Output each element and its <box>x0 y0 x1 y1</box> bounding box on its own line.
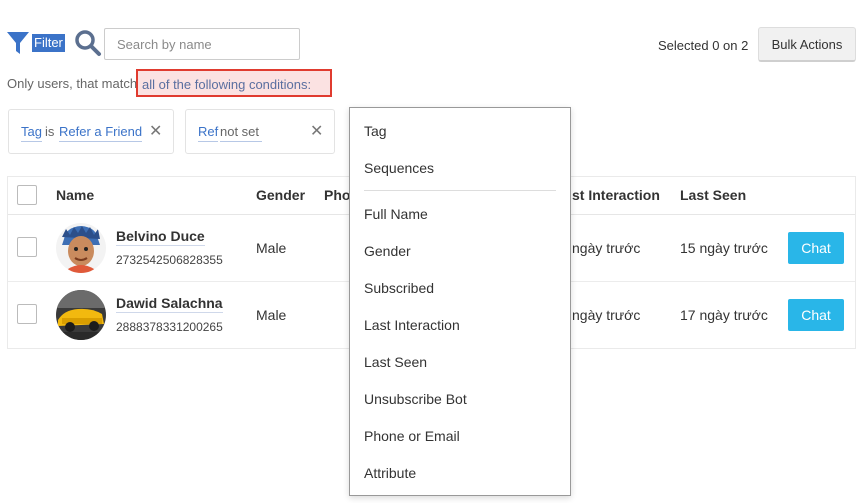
row-checkbox[interactable] <box>17 237 37 257</box>
user-last-interaction: ngày trước <box>572 240 641 256</box>
funnel-icon <box>7 32 29 54</box>
user-last-seen: 15 ngày trước <box>680 240 768 256</box>
menu-item-sequences[interactable]: Sequences <box>364 160 434 176</box>
user-id: 2888378331200265 <box>116 320 223 334</box>
menu-divider <box>364 190 556 191</box>
match-mode-selector[interactable]: all of the following conditions: <box>136 69 332 97</box>
search-input[interactable] <box>104 28 300 60</box>
chat-button[interactable]: Chat <box>788 299 844 331</box>
filter-chip-ref[interactable]: Ref not set ✕ <box>185 109 335 154</box>
select-all-checkbox[interactable] <box>17 185 37 205</box>
menu-item-tag[interactable]: Tag <box>364 123 387 139</box>
close-icon[interactable]: ✕ <box>149 121 162 141</box>
menu-item-last-seen[interactable]: Last Seen <box>364 354 427 370</box>
menu-item-subscribed[interactable]: Subscribed <box>364 280 434 296</box>
menu-item-phone-or-email[interactable]: Phone or Email <box>364 428 460 444</box>
user-id: 2732542506828355 <box>116 253 223 267</box>
user-gender: Male <box>256 307 287 323</box>
header-name[interactable]: Name <box>56 187 94 203</box>
avatar <box>56 290 106 340</box>
header-last-seen[interactable]: Last Seen <box>680 187 746 203</box>
user-name-link[interactable]: Belvino Duce <box>116 228 205 246</box>
user-last-interaction: ngày trước <box>572 307 641 323</box>
row-checkbox[interactable] <box>17 304 37 324</box>
filter-operator: is <box>45 124 55 139</box>
menu-item-last-interaction[interactable]: Last Interaction <box>364 317 460 333</box>
filter-key[interactable]: Ref <box>198 124 219 142</box>
menu-item-attribute[interactable]: Attribute <box>364 465 416 481</box>
user-name-link[interactable]: Dawid Salachna <box>116 295 223 313</box>
user-last-seen: 17 ngày trước <box>680 307 768 323</box>
menu-item-gender[interactable]: Gender <box>364 243 411 259</box>
filter-field-dropdown: Tag Sequences Full Name Gender Subscribe… <box>349 107 571 496</box>
search-icon[interactable] <box>74 29 102 57</box>
header-phone[interactable]: Pho <box>324 187 350 203</box>
filter-label: Filter <box>32 34 65 52</box>
menu-item-full-name[interactable]: Full Name <box>364 206 428 222</box>
header-last-interaction[interactable]: st Interaction <box>572 187 660 203</box>
avatar <box>56 223 106 273</box>
chat-button[interactable]: Chat <box>788 232 844 264</box>
user-gender: Male <box>256 240 287 256</box>
close-icon[interactable]: ✕ <box>310 121 323 141</box>
filter-chip-tag[interactable]: Tag is Refer a Friend ✕ <box>8 109 174 154</box>
filter-value[interactable]: Refer a Friend <box>59 124 143 142</box>
filter-button[interactable]: Filter <box>6 30 65 56</box>
filter-key[interactable]: Tag <box>21 124 42 142</box>
selection-count: Selected 0 on 2 <box>658 38 749 53</box>
filter-value[interactable]: not set <box>220 124 262 142</box>
conditions-prefix: Only users, that match <box>7 76 138 91</box>
menu-item-unsubscribe-bot[interactable]: Unsubscribe Bot <box>364 391 467 407</box>
bulk-actions-button[interactable]: Bulk Actions <box>758 27 856 62</box>
header-gender[interactable]: Gender <box>256 187 305 203</box>
